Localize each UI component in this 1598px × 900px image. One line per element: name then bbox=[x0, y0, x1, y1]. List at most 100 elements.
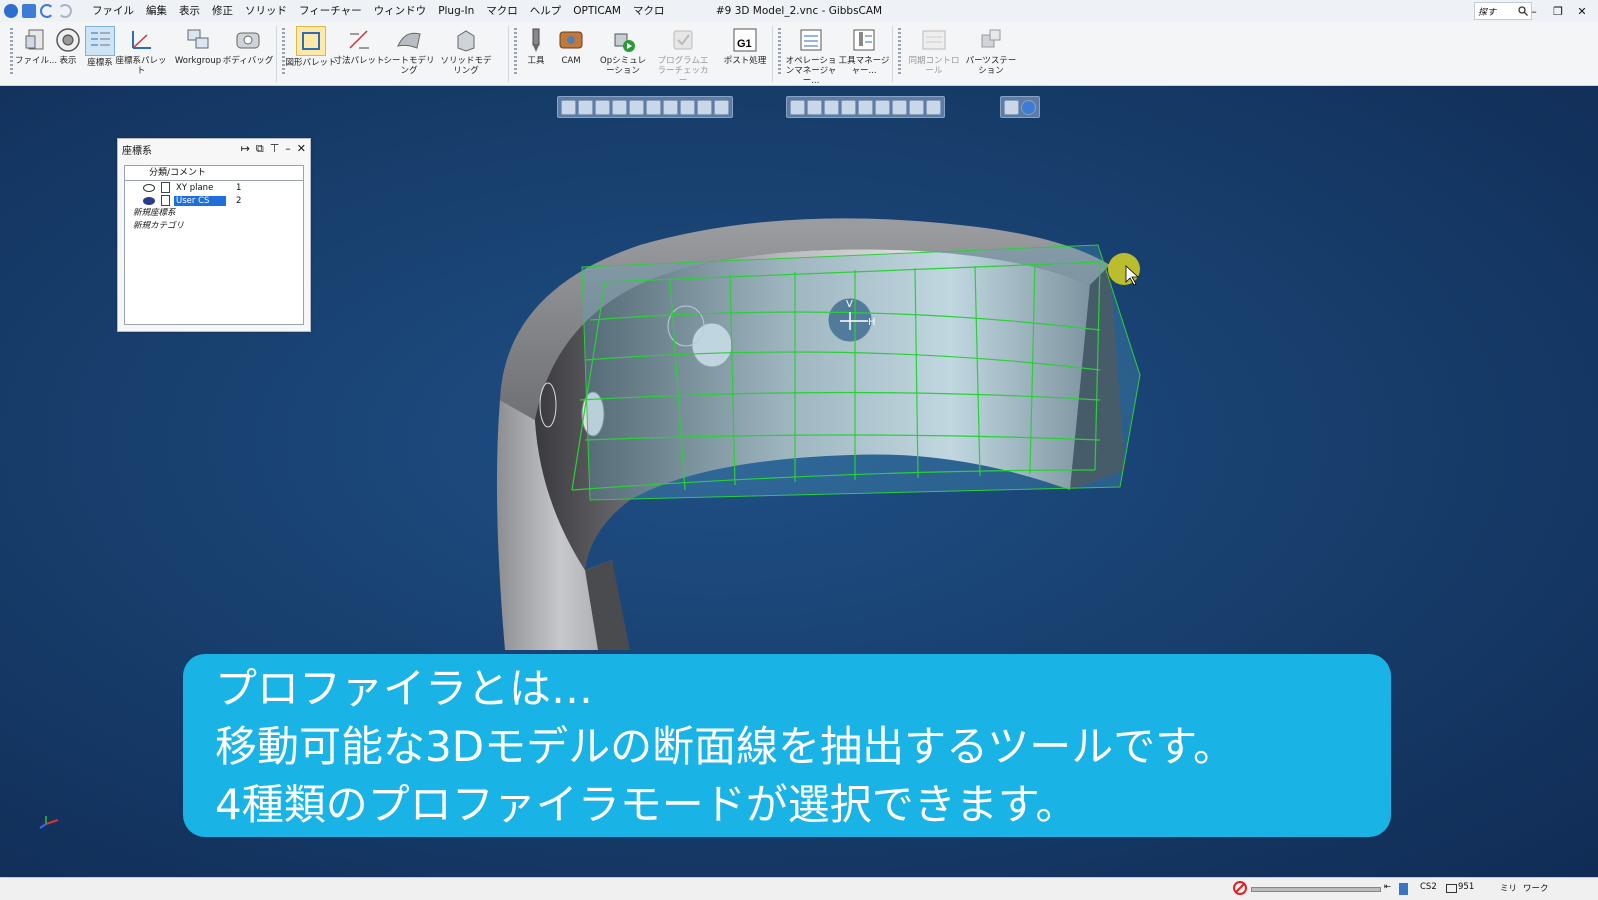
menu-feature[interactable]: フィーチャー bbox=[293, 0, 368, 22]
tool-label: CAM bbox=[561, 56, 581, 66]
window-title: #9 3D Model_2.vnc - GibbsCAM bbox=[715, 5, 883, 17]
error-checker-tool-button[interactable]: プログラムエラーチェッカー bbox=[657, 26, 709, 86]
trash-icon[interactable] bbox=[1399, 883, 1408, 895]
axis-icon bbox=[127, 26, 155, 54]
panel-pin-icon[interactable]: ⊤ bbox=[270, 142, 280, 156]
coordinate-system-icon bbox=[85, 26, 115, 56]
menu-help[interactable]: ヘルプ bbox=[524, 0, 568, 22]
document-icon bbox=[161, 195, 170, 206]
sync-control-tool-button[interactable]: 同期コントロール bbox=[908, 26, 960, 76]
caption-line-1: プロファイラとは… bbox=[215, 664, 594, 713]
visibility-eye-icon[interactable] bbox=[143, 183, 155, 192]
caption-line-3: 4種類のプロファイラモードが選択できます。 bbox=[215, 780, 1078, 829]
workgroup-tool-button[interactable]: Workgroup bbox=[172, 26, 224, 66]
panel-dock-icon[interactable]: ↦ bbox=[241, 142, 250, 156]
cs-palette-tool-button[interactable]: 座標系パレット bbox=[115, 26, 167, 76]
simulation-icon bbox=[609, 26, 637, 54]
visibility-eye-icon[interactable] bbox=[143, 196, 155, 205]
tool-label: オペレーションマネージャー... bbox=[785, 56, 837, 86]
menu-macro[interactable]: マクロ bbox=[480, 0, 524, 22]
workgroup-icon bbox=[184, 26, 212, 54]
profiler-plane bbox=[581, 244, 1141, 501]
tool-label: 図形パレット bbox=[285, 58, 337, 68]
sync-control-icon bbox=[920, 26, 948, 54]
tool-label: 寸法パレット bbox=[333, 56, 385, 66]
tool-label: Opシミュレーション bbox=[600, 56, 646, 76]
menu-opticam[interactable]: OPTICAM bbox=[567, 0, 627, 22]
tool-label: ボディバッグ bbox=[222, 56, 274, 66]
cam-tool-button[interactable]: CAM bbox=[545, 26, 597, 66]
tool-label: プログラムエラーチェッカー bbox=[657, 56, 709, 86]
menu-window[interactable]: ウィンドウ bbox=[368, 0, 433, 22]
menu-file[interactable]: ファイル bbox=[86, 0, 140, 22]
tool-label: 工具マネージャー... bbox=[838, 56, 890, 76]
ribbon-separator bbox=[892, 26, 893, 82]
new-cs-item[interactable]: 新規座標系 bbox=[125, 207, 303, 220]
tool-label: ソリッドモデリング bbox=[440, 56, 492, 76]
toolbar-gripper[interactable] bbox=[778, 28, 781, 74]
menu-macro-2[interactable]: マクロ bbox=[627, 0, 671, 22]
menu-solid[interactable]: ソリッド bbox=[239, 0, 293, 22]
h-axis-label: H bbox=[868, 317, 876, 328]
menu-plugin[interactable]: Plug-In bbox=[432, 0, 480, 22]
menu-edit[interactable]: 編集 bbox=[140, 0, 173, 22]
cs-row[interactable]: XY plane 1 bbox=[125, 181, 303, 194]
cursor-highlight bbox=[1108, 253, 1140, 285]
shape-palette-icon bbox=[296, 26, 326, 56]
panel-copy-icon[interactable]: ⧉ bbox=[256, 142, 264, 156]
tool-label: シートモデリング bbox=[383, 56, 435, 76]
tool-indicator-icon bbox=[1446, 884, 1457, 893]
caption-line-2: 移動可能な3Dモデルの断面線を抽出するツールです。 bbox=[215, 722, 1236, 771]
minimize-icon[interactable]: – bbox=[1522, 0, 1546, 22]
search-placeholder: 探す bbox=[1478, 7, 1497, 18]
post-processing-tool-button[interactable]: G1 ポスト処理 bbox=[719, 26, 771, 66]
dimension-palette-tool-button[interactable]: 寸法パレット bbox=[333, 26, 385, 66]
cs-number: 2 bbox=[236, 195, 242, 206]
progress-slider[interactable] bbox=[1251, 887, 1381, 892]
units-indicator[interactable]: ミリ bbox=[1500, 882, 1517, 894]
undo-icon[interactable] bbox=[40, 4, 54, 18]
cs-indicator[interactable]: CS2 bbox=[1420, 882, 1437, 892]
tool-label: 座標系パレット bbox=[115, 56, 167, 76]
tool-manager-icon bbox=[850, 26, 878, 54]
tool-label: Workgroup bbox=[174, 56, 222, 66]
v-axis-label: V bbox=[846, 299, 853, 310]
column-header: 分類/コメント bbox=[125, 166, 303, 181]
menu-modify[interactable]: 修正 bbox=[206, 0, 239, 22]
parts-station-tool-button[interactable]: パーツステーション bbox=[965, 26, 1017, 76]
redo-icon[interactable] bbox=[58, 4, 72, 18]
bodybag-icon bbox=[234, 26, 262, 54]
shape-palette-tool-button[interactable]: 図形パレット bbox=[285, 26, 337, 68]
ribbon-toolbar: ファイル... 表示 座標系 座標系パレット Workgroup ボディバッグ … bbox=[0, 22, 1598, 86]
cs-name: XY plane bbox=[176, 182, 214, 193]
operation-manager-tool-button[interactable]: オペレーションマネージャー... bbox=[785, 26, 837, 86]
tool-manager-tool-button[interactable]: 工具マネージャー... bbox=[838, 26, 890, 76]
stop-icon[interactable] bbox=[1233, 881, 1247, 895]
tool-indicator[interactable]: 951 bbox=[1458, 882, 1474, 892]
mode-indicator[interactable]: ワーク bbox=[1523, 882, 1549, 894]
close-icon[interactable]: ✕ bbox=[1570, 0, 1594, 22]
menu-view[interactable]: 表示 bbox=[173, 0, 206, 22]
save-icon[interactable] bbox=[22, 4, 36, 18]
op-simulation-tool-button[interactable]: Opシミュレーション bbox=[597, 26, 649, 76]
panel-header: 座標系 ↦ ⧉ ⊤ – ✕ bbox=[118, 139, 310, 159]
solid-modeling-tool-button[interactable]: ソリッドモデリング bbox=[440, 26, 492, 76]
checker-icon bbox=[669, 26, 697, 54]
status-bar: ⇤ CS2 951 ミリ ワーク bbox=[0, 877, 1598, 900]
bodybag-tool-button[interactable]: ボディバッグ bbox=[222, 26, 274, 66]
cs-number: 1 bbox=[236, 182, 242, 193]
restore-icon[interactable]: ❐ bbox=[1546, 0, 1570, 22]
panel-minimize-icon[interactable]: – bbox=[285, 142, 291, 156]
toolbar-gripper[interactable] bbox=[898, 28, 901, 74]
panel-close-icon[interactable]: ✕ bbox=[297, 142, 306, 156]
sheet-modeling-tool-button[interactable]: シートモデリング bbox=[383, 26, 435, 76]
cs-row-selected[interactable]: User CS 2 bbox=[125, 194, 303, 207]
cs-name[interactable]: User CS bbox=[174, 195, 226, 206]
new-category-item[interactable]: 新規カテゴリ bbox=[125, 220, 303, 233]
dimension-icon bbox=[345, 26, 373, 54]
slider-end-icon[interactable]: ⇤ bbox=[1384, 882, 1391, 892]
ribbon-separator bbox=[508, 26, 509, 82]
parts-station-icon bbox=[977, 26, 1005, 54]
sheet-modeling-icon bbox=[395, 26, 423, 54]
app-logo-icon[interactable] bbox=[4, 4, 18, 18]
